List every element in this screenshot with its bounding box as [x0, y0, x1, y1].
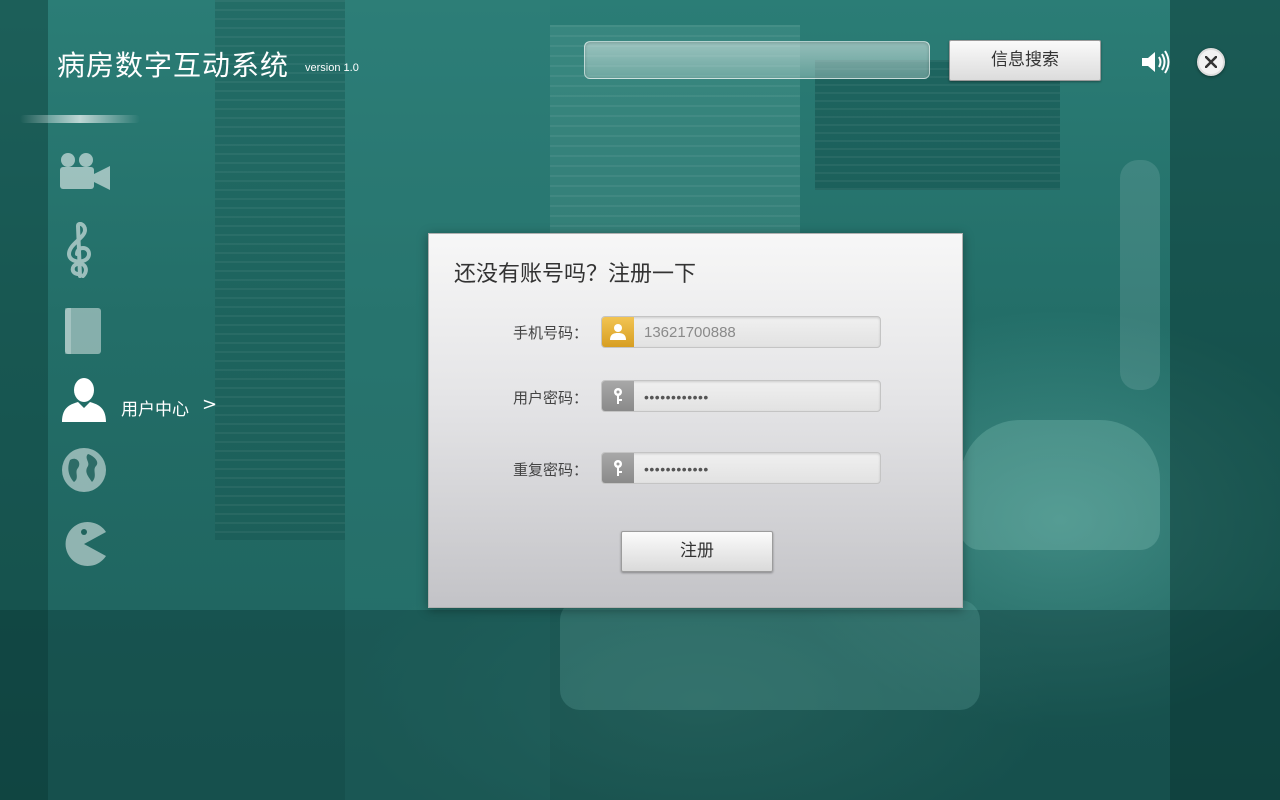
- chevron-right-icon: >: [202, 394, 218, 415]
- music-note-icon: [66, 222, 92, 278]
- bg-bed-panel: [560, 600, 980, 710]
- app-title: 病房数字互动系统: [57, 49, 290, 82]
- user-icon: [602, 317, 634, 347]
- bg-pillow: [960, 420, 1160, 550]
- password-field[interactable]: ••••••••••••: [601, 380, 881, 412]
- confirm-password-value: ••••••••••••: [644, 461, 709, 477]
- sidebar: 用户中心 >: [0, 110, 260, 610]
- register-button[interactable]: 注册: [621, 531, 773, 572]
- sidebar-item-globe[interactable]: [0, 444, 260, 504]
- sidebar-item-game[interactable]: [0, 520, 260, 580]
- sidebar-item-book[interactable]: [0, 302, 260, 362]
- confirm-password-field[interactable]: ••••••••••••: [601, 452, 881, 484]
- key-icon: [602, 453, 634, 483]
- book-icon: [65, 308, 101, 354]
- user-icon: [62, 378, 106, 422]
- register-dialog: 还没有账号吗？注册一下 手机号码： 13621700888 用户密码： ••••…: [428, 233, 963, 608]
- search-input[interactable]: [584, 41, 930, 79]
- video-camera-icon: [60, 153, 110, 190]
- password-value: ••••••••••••: [644, 389, 709, 405]
- sidebar-top-highlight: [20, 115, 140, 123]
- sidebar-item-label: 用户中心: [121, 400, 189, 420]
- speaker-icon[interactable]: [1140, 48, 1172, 76]
- phone-value: 13621700888: [644, 324, 736, 341]
- pacman-game-icon: [65, 522, 106, 566]
- dialog-title: 还没有账号吗？注册一下: [454, 262, 697, 287]
- key-icon: [602, 381, 634, 411]
- globe-icon: [62, 448, 106, 492]
- close-icon[interactable]: [1197, 48, 1225, 76]
- search-button[interactable]: 信息搜索: [949, 40, 1101, 81]
- bg-iv-bag: [1120, 160, 1160, 390]
- app-version: version 1.0: [305, 62, 359, 74]
- phone-field[interactable]: 13621700888: [601, 316, 881, 348]
- sidebar-item-user-center[interactable]: 用户中心 >: [0, 376, 260, 436]
- sidebar-item-music[interactable]: [0, 220, 260, 280]
- sidebar-item-video[interactable]: [0, 148, 260, 208]
